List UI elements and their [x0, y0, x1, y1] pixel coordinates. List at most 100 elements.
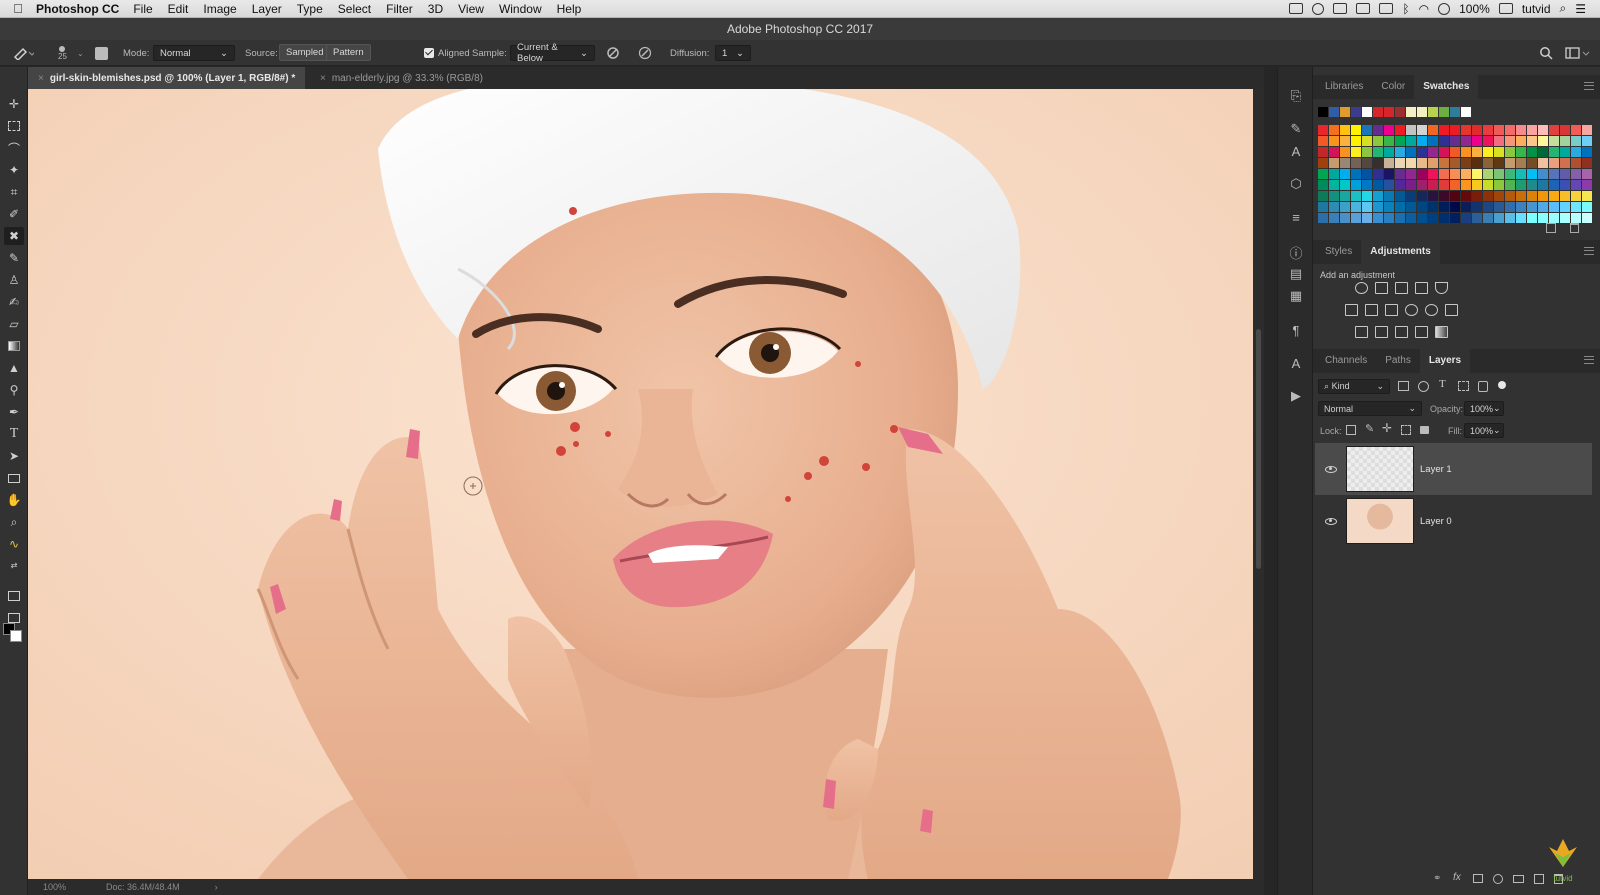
- source-pattern-button[interactable]: Pattern: [326, 44, 371, 61]
- color-swatch[interactable]: [1549, 202, 1559, 212]
- color-swatch[interactable]: [1538, 180, 1548, 190]
- panel-menu-icon[interactable]: [1584, 82, 1594, 90]
- color-swatch[interactable]: [1505, 191, 1515, 201]
- color-swatch[interactable]: [1373, 169, 1383, 179]
- tab-paths[interactable]: Paths: [1376, 349, 1420, 373]
- color-swatch[interactable]: [1538, 169, 1548, 179]
- color-swatch[interactable]: [1406, 147, 1416, 157]
- color-swatch[interactable]: [1439, 125, 1449, 135]
- color-swatch[interactable]: [1406, 202, 1416, 212]
- color-swatch[interactable]: [1483, 213, 1493, 223]
- color-swatch[interactable]: [1439, 202, 1449, 212]
- color-swatch[interactable]: [1582, 136, 1592, 146]
- mode-select[interactable]: Normal ⌄: [153, 45, 235, 61]
- color-swatch[interactable]: [1538, 191, 1548, 201]
- color-swatch[interactable]: [1538, 158, 1548, 168]
- notification-center-icon[interactable]: ☰: [1575, 2, 1586, 16]
- color-swatch[interactable]: [1351, 191, 1361, 201]
- zoom-level[interactable]: 100%: [43, 882, 66, 892]
- lock-artboard-icon[interactable]: [1401, 425, 1411, 435]
- recent-swatch[interactable]: [1351, 107, 1361, 117]
- filter-shape-layers-icon[interactable]: [1458, 381, 1469, 391]
- tab-layers[interactable]: Layers: [1419, 349, 1471, 373]
- color-swatch[interactable]: [1560, 125, 1570, 135]
- color-swatch[interactable]: [1483, 136, 1493, 146]
- 3d-panel-icon[interactable]: ⬡: [1287, 175, 1305, 193]
- layer-style-fx-icon[interactable]: fx: [1453, 872, 1461, 883]
- color-swatch[interactable]: [1340, 125, 1350, 135]
- color-swatch[interactable]: [1340, 202, 1350, 212]
- color-swatch[interactable]: [1428, 125, 1438, 135]
- color-swatch[interactable]: [1318, 169, 1328, 179]
- color-swatch[interactable]: [1428, 147, 1438, 157]
- color-swatch[interactable]: [1373, 147, 1383, 157]
- color-swatch[interactable]: [1384, 158, 1394, 168]
- display-icon[interactable]: [1356, 3, 1371, 14]
- color-swatch[interactable]: [1439, 158, 1449, 168]
- move-tool-icon[interactable]: ✛: [4, 95, 24, 113]
- color-swatch[interactable]: [1395, 180, 1405, 190]
- color-swatch[interactable]: [1395, 147, 1405, 157]
- marquee-tool-icon[interactable]: [4, 117, 24, 135]
- color-swatch[interactable]: [1494, 213, 1504, 223]
- color-swatch[interactable]: [1560, 158, 1570, 168]
- new-swatch-icon[interactable]: [1546, 223, 1556, 233]
- color-swatch[interactable]: [1483, 158, 1493, 168]
- menu-window[interactable]: Window: [499, 2, 542, 16]
- color-swatch[interactable]: [1472, 169, 1482, 179]
- color-swatch[interactable]: [1373, 136, 1383, 146]
- color-swatch[interactable]: [1417, 158, 1427, 168]
- color-swatch[interactable]: [1340, 169, 1350, 179]
- threshold-icon[interactable]: [1395, 326, 1408, 338]
- color-swatch[interactable]: [1571, 158, 1581, 168]
- bluetooth-icon[interactable]: ᛒ: [1402, 2, 1409, 16]
- gradient-map-icon[interactable]: [1435, 326, 1448, 338]
- color-swatch[interactable]: [1428, 158, 1438, 168]
- selective-color-icon[interactable]: [1415, 326, 1428, 338]
- color-swatch[interactable]: [1505, 158, 1515, 168]
- menu-view[interactable]: View: [458, 2, 484, 16]
- color-swatch[interactable]: [1549, 158, 1559, 168]
- color-swatch[interactable]: [1461, 180, 1471, 190]
- pen-tool-icon[interactable]: ✒: [4, 403, 24, 421]
- color-swatch[interactable]: [1428, 136, 1438, 146]
- opacity-field[interactable]: 100% ⌄: [1464, 401, 1504, 416]
- color-swatch[interactable]: [1351, 213, 1361, 223]
- color-swatch[interactable]: [1373, 125, 1383, 135]
- black-white-icon[interactable]: [1385, 304, 1398, 316]
- color-swatch[interactable]: [1560, 191, 1570, 201]
- notes-panel-icon[interactable]: ▦: [1287, 287, 1305, 305]
- color-swatch[interactable]: [1417, 180, 1427, 190]
- invert-icon[interactable]: [1355, 326, 1368, 338]
- color-swatch[interactable]: [1362, 202, 1372, 212]
- color-swatch[interactable]: [1549, 136, 1559, 146]
- blur-tool-icon[interactable]: ▲: [4, 359, 24, 377]
- lock-all-icon[interactable]: [1420, 426, 1429, 434]
- color-swatch[interactable]: [1505, 180, 1515, 190]
- color-swatch[interactable]: [1571, 169, 1581, 179]
- color-swatch[interactable]: [1439, 191, 1449, 201]
- color-swatch[interactable]: [1560, 180, 1570, 190]
- color-swatch[interactable]: [1483, 125, 1493, 135]
- new-adjustment-layer-icon[interactable]: [1493, 874, 1503, 884]
- color-swatch[interactable]: [1373, 180, 1383, 190]
- character-panel-icon[interactable]: A: [1287, 142, 1305, 160]
- document-canvas[interactable]: [28, 89, 1264, 879]
- color-swatch[interactable]: [1351, 202, 1361, 212]
- close-tab-icon[interactable]: ×: [320, 73, 326, 84]
- color-swatch[interactable]: [1505, 125, 1515, 135]
- color-swatch[interactable]: [1395, 125, 1405, 135]
- color-swatch[interactable]: [1329, 147, 1339, 157]
- color-swatch[interactable]: [1582, 191, 1592, 201]
- clone-stamp-tool-icon[interactable]: ♙: [4, 271, 24, 289]
- color-swatch[interactable]: [1461, 158, 1471, 168]
- link-layers-icon[interactable]: ⚭: [1433, 873, 1441, 884]
- color-swatch[interactable]: [1417, 125, 1427, 135]
- fill-field[interactable]: 100% ⌄: [1464, 423, 1504, 438]
- spotlight-search-icon[interactable]: ⌕: [1560, 1, 1567, 16]
- color-swatch[interactable]: [1461, 147, 1471, 157]
- hand-tool-icon[interactable]: ✋: [4, 491, 24, 509]
- recent-swatch[interactable]: [1362, 107, 1372, 117]
- color-swatch[interactable]: [1527, 158, 1537, 168]
- color-swatch[interactable]: [1340, 213, 1350, 223]
